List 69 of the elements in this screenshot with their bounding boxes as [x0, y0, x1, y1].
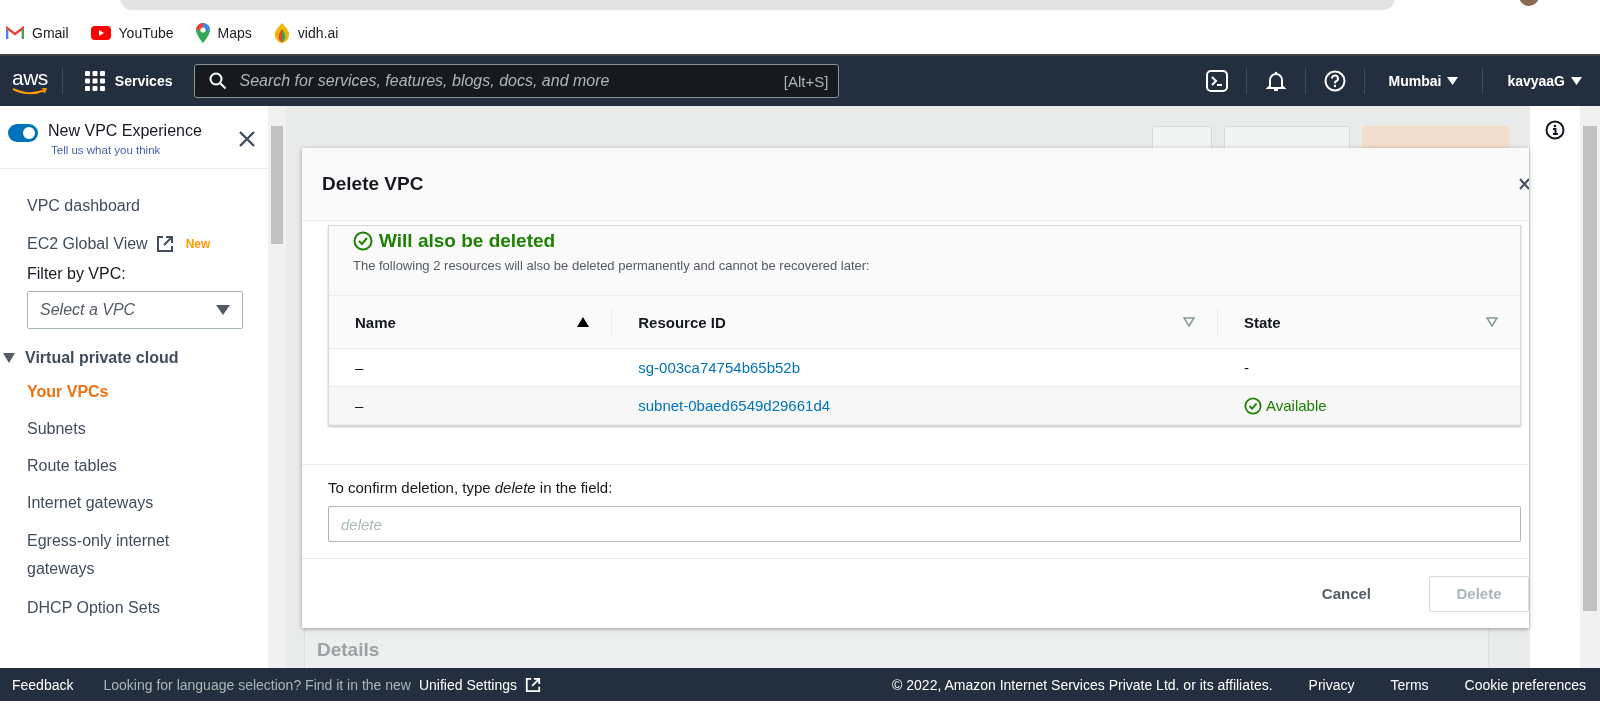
- language-note: Looking for language selection? Find it in the new: [103, 676, 411, 693]
- column-header[interactable]: State: [1218, 295, 1520, 349]
- search-input[interactable]: Search for services, features, blogs, docs, and more: [237, 71, 774, 91]
- cancel-button[interactable]: Cancel: [1297, 575, 1395, 612]
- footer-link[interactable]: Terms: [1390, 676, 1429, 693]
- shortcut-hint: [Alt+S]: [783, 72, 829, 90]
- dialog-title: Delete VPC: [322, 173, 424, 195]
- external-link-icon: [525, 676, 541, 693]
- nav-link[interactable]: VPC dashboard: [27, 197, 140, 215]
- confirm-input[interactable]: delete: [328, 506, 1521, 542]
- nav-link[interactable]: Route tables: [27, 447, 268, 484]
- column-header[interactable]: Name: [329, 295, 613, 349]
- filter-label: Filter by VPC:: [27, 265, 127, 283]
- status-text: -: [1244, 359, 1250, 376]
- scrollbar[interactable]: [268, 106, 286, 668]
- caret-down-icon: [1447, 77, 1459, 85]
- grid-icon: [84, 71, 105, 91]
- help-icon[interactable]: [1323, 70, 1346, 92]
- vpc-select[interactable]: Select a VPC: [27, 291, 243, 329]
- search-icon: [209, 72, 228, 90]
- table-cell: –: [355, 397, 364, 414]
- new-label: New: [185, 237, 211, 251]
- nav-link[interactable]: Egress-only internet gateways: [27, 521, 207, 589]
- status-text: Available: [1244, 396, 1520, 415]
- close-icon[interactable]: [238, 130, 256, 148]
- feedback-link[interactable]: Tell us what you think: [48, 144, 202, 156]
- section-heading: Will also be deleted: [379, 230, 556, 252]
- region-menu[interactable]: Mumbai: [1382, 72, 1465, 90]
- bookmark-link[interactable]: Gmail: [32, 25, 69, 41]
- description-text: The following 2 resources will also be deleted permanently and cannot be recovered later:: [353, 258, 871, 275]
- confirm-instruction: To confirm deletion, type delete in the field:: [328, 479, 614, 496]
- check-circle-icon: [353, 231, 373, 251]
- caret-down-icon: [1571, 77, 1582, 85]
- map-pin-icon: [195, 23, 210, 43]
- aws-logo[interactable]: aws: [12, 66, 48, 96]
- flame-icon: [273, 23, 290, 43]
- dropdown-caret-icon: [216, 305, 230, 315]
- bookmark-link[interactable]: YouTube: [118, 25, 174, 41]
- resource-link[interactable]: sg-003ca74754b65b52b: [638, 359, 801, 376]
- resource-link[interactable]: subnet-0baed6549d29661d4: [638, 397, 831, 414]
- toggle-switch[interactable]: [8, 124, 38, 142]
- account-menu[interactable]: kavyaaG: [1501, 72, 1588, 90]
- bell-icon[interactable]: [1264, 70, 1287, 92]
- services-button[interactable]: Services: [76, 71, 181, 91]
- copyright-text: © 2022, Amazon Internet Services Private Ltd. or its affiliates.: [892, 676, 1273, 693]
- play-icon: [90, 26, 111, 40]
- footer-link[interactable]: Cookie preferences: [1464, 676, 1586, 693]
- table-cell: –: [355, 359, 364, 376]
- nav-link[interactable]: Subnets: [27, 410, 268, 447]
- details-heading: Details: [317, 639, 380, 660]
- search-bar[interactable]: Search for services, features, blogs, docs, and more [Alt+S]: [194, 64, 840, 98]
- terminal-icon[interactable]: [1205, 70, 1228, 92]
- bookmark-link[interactable]: Maps: [217, 25, 252, 41]
- check-circle-icon: [1244, 396, 1262, 415]
- column-header[interactable]: Resource ID: [612, 295, 1218, 349]
- caret-icon: [3, 353, 15, 363]
- nav-link[interactable]: DHCP Option Sets: [27, 589, 268, 626]
- close-icon[interactable]: [1519, 176, 1529, 192]
- nav-link[interactable]: Internet gateways: [27, 484, 268, 521]
- nav-link[interactable]: EC2 Global View: [27, 235, 148, 253]
- toggle-label: New VPC Experience: [48, 122, 202, 140]
- scrollbar[interactable]: [1580, 106, 1600, 668]
- feedback-link[interactable]: Feedback: [12, 676, 74, 693]
- footer-link[interactable]: Privacy: [1308, 676, 1355, 693]
- mail-icon: [6, 26, 24, 40]
- section-header[interactable]: Virtual private cloud: [3, 349, 268, 367]
- bookmark-link[interactable]: vidh.ai: [297, 25, 339, 41]
- info-icon[interactable]: [1545, 120, 1565, 140]
- settings-link[interactable]: Unified Settings: [418, 676, 517, 693]
